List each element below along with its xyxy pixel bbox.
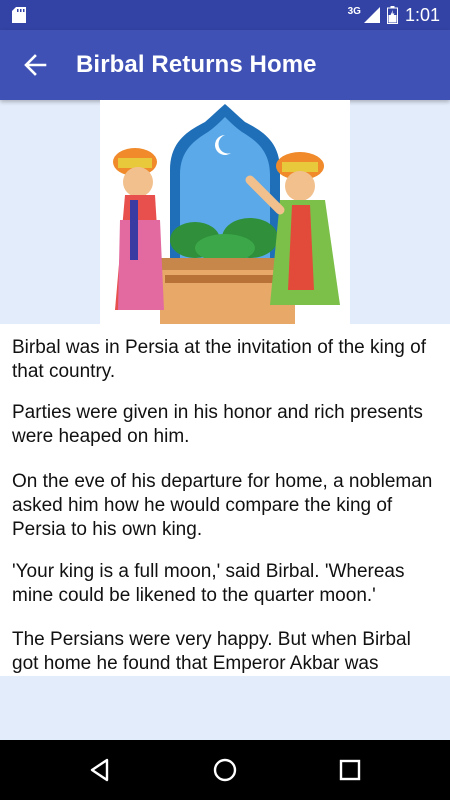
network-type-label: 3G [347, 5, 361, 17]
status-bar: 3G 1:01 [0, 0, 450, 30]
clock-time: 1:01 [404, 4, 440, 25]
back-button[interactable] [20, 51, 50, 79]
navigation-bar [0, 740, 450, 800]
recents-square-icon[interactable] [335, 755, 365, 785]
signal-icon [363, 7, 380, 23]
arrow-back-icon [24, 54, 47, 76]
story-paragraph: Parties were given in his honor and rich… [12, 402, 423, 447]
story-text-panel: Birbal was in Persia at the invitation o… [0, 324, 450, 676]
sd-card-icon [12, 7, 26, 23]
page-title: Birbal Returns Home [76, 51, 317, 78]
app-bar: Birbal Returns Home [0, 30, 450, 100]
akbar-birbal-illustration [113, 104, 340, 324]
story-paragraph: 'Your king is a full moon,' said Birbal.… [12, 561, 405, 606]
story-illustration [100, 100, 350, 324]
story-paragraph: On the eve of his departure for home, a … [12, 471, 433, 540]
home-circle-icon[interactable] [210, 755, 240, 785]
story-paragraph: Birbal was in Persia at the invitation o… [12, 337, 427, 382]
back-triangle-icon[interactable] [85, 755, 115, 785]
battery-icon [386, 6, 398, 24]
story-paragraph: The Persians were very happy. But when B… [12, 629, 411, 674]
